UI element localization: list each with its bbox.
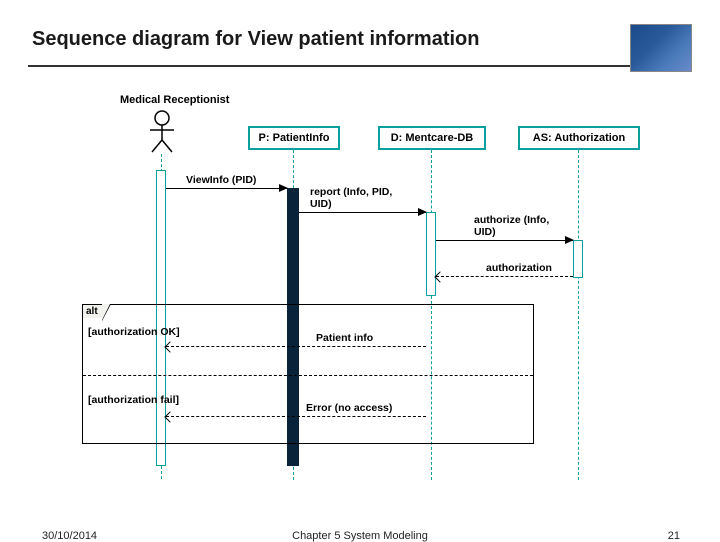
msg-error-return	[166, 416, 426, 417]
participant-mentcare-db: D: Mentcare-DB	[378, 126, 486, 150]
activation-d	[426, 212, 436, 296]
footer-page-number: 21	[668, 530, 680, 542]
footer-chapter: Chapter 5 System Modeling	[0, 530, 720, 542]
msg-report-label: report (Info, PID, UID)	[310, 186, 392, 210]
sequence-diagram: Medical Receptionist P: PatientInfo D: M…	[88, 94, 648, 484]
msg-report	[299, 212, 426, 213]
lifeline-as	[578, 150, 579, 480]
msg-authorize	[436, 240, 573, 241]
participant-authorization: AS: Authorization	[518, 126, 640, 150]
alt-tag: alt	[82, 304, 102, 318]
guard-fail: [authorization fail]	[88, 394, 179, 406]
msg-authorize-label: authorize (Info, UID)	[474, 214, 549, 238]
alt-frame: alt	[82, 304, 534, 444]
msg-viewinfo-label: ViewInfo (PID)	[186, 174, 256, 186]
header-rule	[28, 65, 692, 67]
msg-authorization-return	[436, 276, 573, 277]
slide-title: Sequence diagram for View patient inform…	[32, 28, 688, 51]
slide-header: Sequence diagram for View patient inform…	[0, 0, 720, 59]
activation-as	[573, 240, 583, 278]
msg-viewinfo	[166, 188, 287, 189]
msg-authorization-label: authorization	[486, 262, 552, 274]
actor-icon	[148, 110, 176, 154]
actor-label: Medical Receptionist	[120, 94, 229, 106]
msg-error-label: Error (no access)	[306, 402, 392, 414]
msg-patientinfo-return	[166, 346, 426, 347]
msg-patientinfo-label: Patient info	[316, 332, 373, 344]
alt-divider	[83, 375, 533, 376]
guard-ok: [authorization OK]	[88, 326, 180, 338]
book-cover-thumbnail	[630, 24, 692, 72]
participant-patientinfo: P: PatientInfo	[248, 126, 340, 150]
